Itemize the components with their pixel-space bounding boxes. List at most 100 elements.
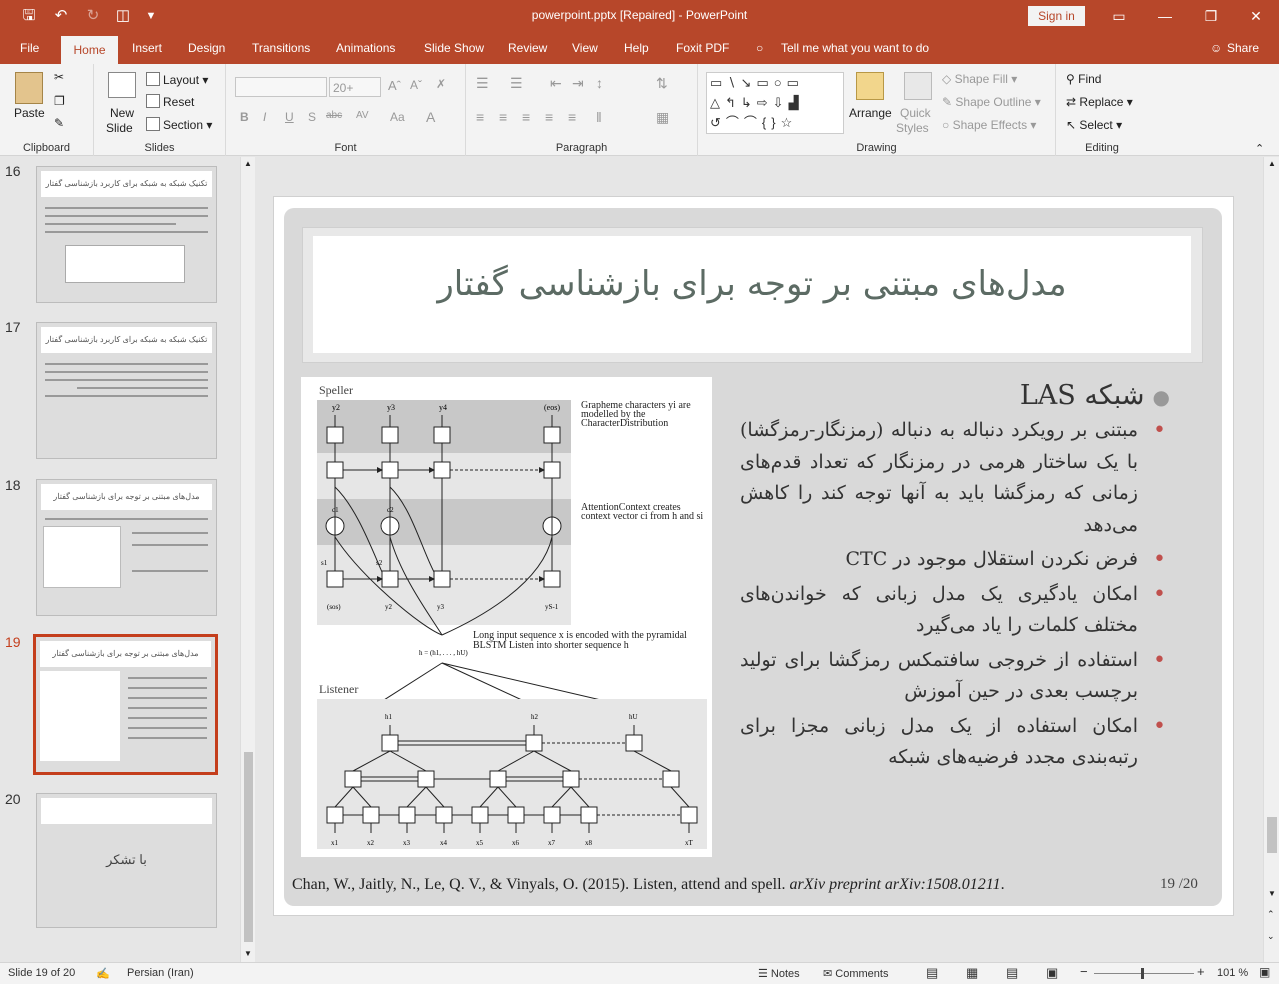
tab-insert[interactable]: Insert (132, 41, 162, 55)
text-direction-icon[interactable]: ⇅ (656, 75, 668, 92)
underline-button[interactable]: U (285, 110, 294, 124)
reading-view-icon[interactable]: ▤ (1006, 965, 1018, 981)
distributed-icon[interactable]: ≡ (568, 109, 576, 125)
comments-button[interactable]: ✉ Comments (823, 967, 888, 980)
previous-slide-icon[interactable]: ⌃ (1267, 909, 1275, 920)
tab-home[interactable]: Home (61, 36, 118, 64)
tab-file[interactable]: File (20, 41, 39, 55)
language-indicator[interactable]: Persian (Iran) (127, 967, 194, 979)
slide-thumbnail-18[interactable]: مدل‌های مبتنی بر توجه برای بازشناسی گفتا… (36, 479, 217, 616)
editor-scroll-thumb[interactable] (1267, 817, 1277, 853)
zoom-level[interactable]: 101 % (1217, 967, 1248, 979)
align-center-icon[interactable]: ≡ (499, 109, 507, 125)
tab-transitions[interactable]: Transitions (252, 41, 310, 55)
scroll-up-icon[interactable]: ▲ (244, 159, 252, 168)
change-case-button[interactable]: Aa (390, 110, 405, 124)
layout-button[interactable]: Layout ▾ (146, 72, 208, 87)
shapes-gallery[interactable]: ▭∖↘▭○▭ △↰↳⇨⇩▟ ↺⌒⌒{}☆ (706, 72, 844, 134)
tab-review[interactable]: Review (508, 41, 547, 55)
shape-effects-button[interactable]: ○ Shape Effects ▾ (942, 118, 1036, 132)
share-button[interactable]: Share (1227, 41, 1259, 55)
shape-outline-button[interactable]: ✎ Shape Outline ▾ (942, 95, 1041, 109)
align-left-icon[interactable]: ≡ (476, 109, 484, 125)
bullets-icon[interactable]: ☰ (476, 75, 489, 92)
strikethrough-button[interactable]: abc (326, 110, 342, 121)
tell-me-search[interactable]: Tell me what you want to do (781, 41, 929, 55)
new-slide-button[interactable]: New (110, 106, 134, 120)
slide-title[interactable]: مدل‌های مبتنی بر توجه برای بازشناسی گفتا… (313, 264, 1191, 304)
new-slide-icon[interactable] (108, 72, 136, 98)
align-right-icon[interactable]: ≡ (522, 109, 530, 125)
numbering-icon[interactable]: ☰ (510, 75, 523, 92)
tab-view[interactable]: View (572, 41, 598, 55)
sign-in-button[interactable]: Sign in (1028, 6, 1085, 26)
tab-design[interactable]: Design (188, 41, 225, 55)
content-placeholder[interactable]: ● شبکه LAS مبتنی بر رویکرد دنباله به دنبا… (740, 380, 1190, 777)
justify-icon[interactable]: ≡ (545, 109, 553, 125)
tab-foxit-pdf[interactable]: Foxit PDF (676, 41, 729, 55)
line-spacing-icon[interactable]: ↕ (596, 75, 603, 91)
zoom-slider[interactable] (1094, 973, 1194, 974)
las-architecture-figure[interactable]: Speller y2 y3 y4 (eos) c1 c2 s1 s2 (sos)… (301, 377, 712, 857)
font-size-combo[interactable]: 20+ (329, 77, 381, 97)
font-color-button[interactable]: A (426, 109, 435, 125)
shadow-button[interactable]: S (308, 110, 316, 124)
find-button[interactable]: ⚲ Find (1066, 72, 1101, 86)
scroll-down-icon[interactable]: ▼ (1268, 889, 1276, 898)
tab-slide-show[interactable]: Slide Show (424, 41, 484, 55)
format-painter-icon[interactable]: ✎ (54, 116, 64, 130)
quick-styles-button-line2[interactable]: Styles (896, 121, 929, 135)
cut-icon[interactable]: ✂ (54, 70, 64, 84)
quick-styles-button[interactable]: Quick (900, 106, 931, 120)
tab-help[interactable]: Help (624, 41, 649, 55)
new-slide-button-line2[interactable]: Slide (106, 121, 133, 135)
arrange-icon[interactable] (856, 72, 884, 100)
paste-button[interactable]: Paste (14, 106, 45, 120)
zoom-out-icon[interactable]: − (1080, 964, 1088, 979)
slide-thumbnail-19[interactable]: مدل‌های مبتنی بر توجه برای بازشناسی گفتا… (33, 634, 218, 775)
grow-font-icon[interactable]: Aˆ (388, 78, 401, 93)
replace-button[interactable]: ⇄ Replace ▾ (1066, 95, 1133, 109)
scroll-down-icon[interactable]: ▼ (244, 949, 252, 958)
slide-sorter-icon[interactable]: ▦ (966, 965, 978, 981)
shrink-font-icon[interactable]: Aˇ (410, 78, 422, 92)
zoom-in-icon[interactable]: + (1197, 964, 1205, 979)
columns-icon[interactable]: ‖ (596, 109, 602, 125)
smartart-icon[interactable]: ▦ (656, 109, 669, 126)
thumbnail-scrollbar[interactable]: ▲ ▼ (240, 157, 255, 962)
section-button[interactable]: Section ▾ (146, 117, 212, 132)
arrange-button[interactable]: Arrange (849, 106, 892, 120)
reset-button[interactable]: Reset (146, 94, 194, 109)
restore-icon[interactable]: ❐ (1200, 6, 1222, 26)
clear-formatting-icon[interactable]: ✗ (436, 77, 446, 91)
citation[interactable]: Chan, W., Jaitly, N., Le, Q. V., & Vinya… (292, 876, 1005, 894)
slide-indicator[interactable]: Slide 19 of 20 (8, 967, 75, 979)
slide-show-icon[interactable]: ▣ (1046, 965, 1058, 981)
paste-icon[interactable] (15, 72, 43, 104)
minimize-icon[interactable]: — (1154, 6, 1176, 26)
slide-thumbnail-17[interactable]: تکنیک شبکه به شبکه برای کاربرد بازشناسی … (36, 322, 217, 459)
shape-fill-button[interactable]: ◇ Shape Fill ▾ (942, 72, 1017, 86)
close-icon[interactable]: ✕ (1245, 6, 1267, 26)
thumbnail-scroll-thumb[interactable] (244, 752, 253, 942)
increase-indent-icon[interactable]: ⇥ (572, 75, 584, 92)
decrease-indent-icon[interactable]: ⇤ (550, 75, 562, 92)
slide-thumbnail-20[interactable]: با تشکر (36, 793, 217, 928)
char-spacing-button[interactable]: AV (356, 110, 369, 121)
italic-button[interactable]: I (263, 110, 266, 124)
fit-slide-icon[interactable]: ▣ (1259, 965, 1270, 979)
font-name-combo[interactable] (235, 77, 327, 97)
normal-view-icon[interactable]: ▤ (926, 965, 938, 981)
quick-styles-icon[interactable] (904, 72, 932, 100)
editor-scrollbar[interactable]: ▲ ▼ ⌃ ⌄ (1263, 157, 1279, 962)
copy-icon[interactable]: ❐ (54, 94, 65, 108)
tab-animations[interactable]: Animations (336, 41, 395, 55)
zoom-slider-thumb[interactable] (1141, 968, 1144, 979)
scroll-up-icon[interactable]: ▲ (1268, 159, 1276, 168)
next-slide-icon[interactable]: ⌄ (1267, 931, 1275, 942)
ribbon-display-icon[interactable]: ▭ (1108, 6, 1130, 26)
select-button[interactable]: ↖ Select ▾ (1066, 118, 1122, 132)
notes-button[interactable]: ☰ Notes (758, 967, 800, 980)
slide-thumbnail-16[interactable]: تکنیک شبکه به شبکه برای کاربرد بازشناسی … (36, 166, 217, 303)
collapse-ribbon-icon[interactable]: ⌃ (1255, 142, 1264, 155)
